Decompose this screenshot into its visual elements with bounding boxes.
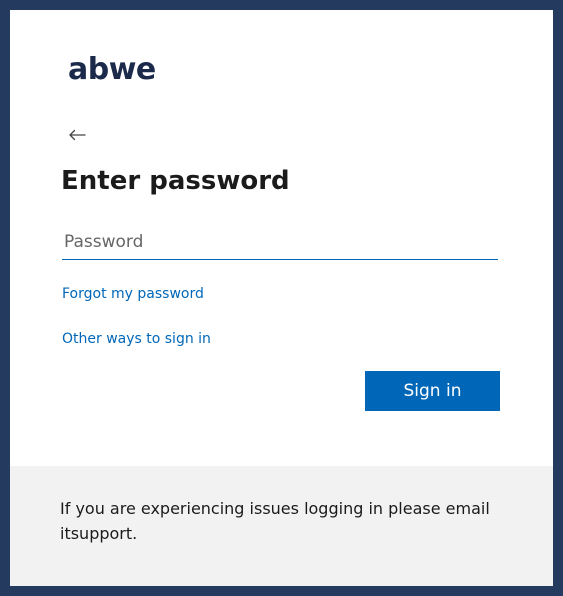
password-input[interactable] xyxy=(62,224,498,260)
back-button[interactable] xyxy=(64,124,90,146)
forgot-password-link[interactable]: Forgot my password xyxy=(62,286,204,302)
sign-in-button[interactable]: Sign in xyxy=(365,371,500,411)
other-sign-in-options-link[interactable]: Other ways to sign in xyxy=(62,331,211,347)
support-footer: If you are experiencing issues logging i… xyxy=(10,466,553,586)
sign-in-panel: abwe Enter password Forgot my password O… xyxy=(10,10,553,466)
sign-in-window: abwe Enter password Forgot my password O… xyxy=(0,0,563,596)
company-logo: abwe xyxy=(68,52,156,87)
page-title: Enter password xyxy=(61,166,290,196)
support-message: If you are experiencing issues logging i… xyxy=(60,499,490,543)
arrow-left-icon xyxy=(69,129,86,141)
